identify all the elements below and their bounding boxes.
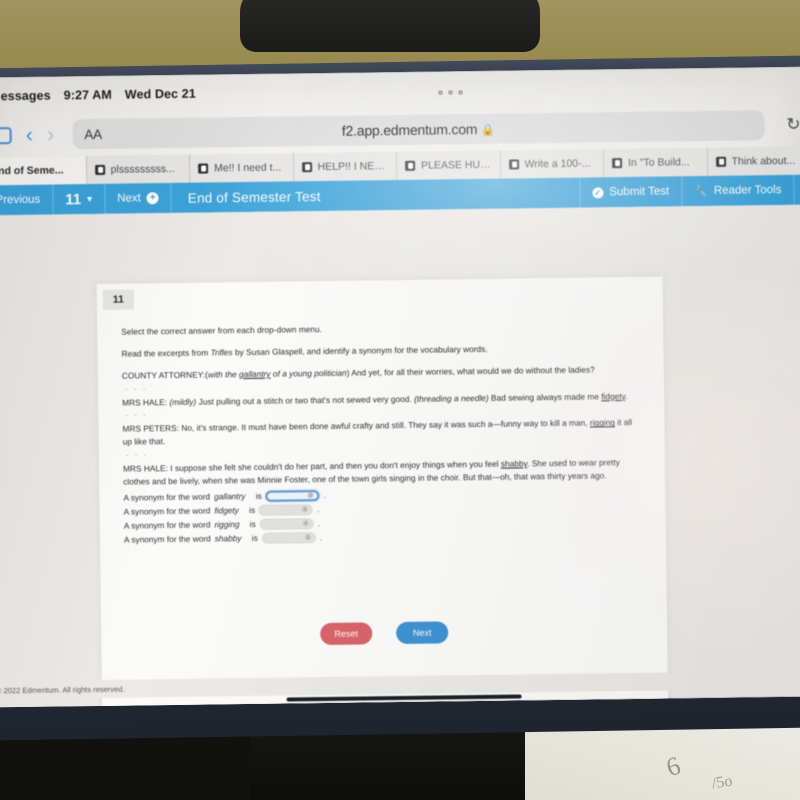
status-date: Wed Dec 21: [124, 86, 196, 102]
tab-label: End of Seme...: [0, 164, 64, 178]
forward-chevron-right-icon[interactable]: ›: [47, 122, 55, 147]
address-bar[interactable]: AA f2.app.edmentum.com 🔒: [72, 110, 765, 150]
vocab-word: shabby: [214, 533, 242, 544]
dropdown-trailing-period: .: [323, 490, 327, 501]
favicon-icon: [612, 158, 623, 169]
previous-button[interactable]: Previous: [0, 184, 54, 216]
page-number: 11: [65, 190, 82, 208]
status-time: 9:27 AM: [63, 87, 112, 103]
tab-label: In "To Build...: [628, 156, 690, 169]
tab-overview-icon[interactable]: [0, 126, 12, 144]
synonym-dropdown-fidgety[interactable]: ↕: [258, 504, 314, 516]
browser-tab-5[interactable]: Write a 100-...: [500, 149, 605, 179]
dropdown-suffix: is: [255, 491, 262, 502]
question-number-badge: 11: [102, 289, 135, 310]
dropdown-trailing-period: .: [319, 532, 323, 543]
device-screen: Messages 9:27 AM Wed Dec 21 ‹ › AA f2.ap…: [0, 66, 800, 708]
tab-label: plsssssssss...: [110, 162, 175, 176]
dropdown-suffix: is: [249, 519, 256, 530]
toolbar-right-group: ✓ Submit Test 🔧 Reader Tools: [579, 174, 800, 208]
circle-plus-icon: +: [146, 192, 159, 205]
wrench-icon: 🔧: [694, 185, 708, 198]
browser-tab-2[interactable]: Me!! I need t...: [189, 153, 294, 183]
tab-label: Think about...: [731, 154, 796, 168]
page-body: 11 Select the correct answer from each d…: [0, 204, 800, 708]
url-text: f2.app.edmentum.com 🔒: [341, 120, 495, 139]
chevron-updown-icon: ↕: [302, 520, 309, 527]
next-question-button[interactable]: Next: [396, 621, 449, 645]
dropdown-prefix: A synonym for the word: [123, 533, 211, 546]
favicon-icon: [94, 164, 105, 175]
action-button-row: Reset Next: [125, 619, 643, 648]
copyright-text: © 2022 Edmentum. All rights reserved.: [0, 684, 125, 695]
synonym-dropdown-gallantry[interactable]: ↕: [265, 489, 320, 502]
background-headrest: [240, 0, 540, 52]
reload-icon[interactable]: ↻: [786, 115, 800, 135]
next-label: Next: [117, 192, 141, 205]
browser-tab-6[interactable]: In "To Build...: [603, 147, 708, 178]
favicon-icon: [508, 159, 519, 170]
chevron-updown-icon: ↕: [304, 534, 311, 541]
chevron-updown-icon: ↕: [307, 492, 314, 499]
browser-tab-3[interactable]: HELP!! I NEE...: [293, 152, 398, 182]
excerpt-mrs-peters: MRS PETERS: No, it's strange. It must ha…: [122, 417, 633, 447]
reader-tools-label: Reader Tools: [713, 183, 782, 197]
vocab-word: fidgety: [214, 505, 239, 516]
photo-scene: 6 /5o Messages 9:27 AM Wed Dec 21 ‹ › AA…: [0, 0, 800, 800]
page-title: End of Semester Test: [187, 188, 321, 206]
multitasking-dots-icon[interactable]: [437, 89, 464, 96]
dropdown-prefix: A synonym for the word: [123, 519, 211, 532]
previous-label: Previous: [0, 193, 41, 207]
lock-icon: 🔒: [481, 124, 495, 137]
chevron-down-icon: ▾: [87, 193, 93, 205]
question-content: Select the correct answer from each drop…: [121, 319, 642, 646]
favicon-icon: [405, 160, 416, 171]
back-chevron-left-icon[interactable]: ‹: [25, 122, 33, 147]
browser-tab-7[interactable]: Think about...: [707, 146, 800, 176]
synonym-dropdown-rigging[interactable]: ↕: [259, 518, 314, 530]
dropdown-prefix: A synonym for the word: [123, 491, 211, 504]
question-card: 11 Select the correct answer from each d…: [96, 276, 669, 708]
tab-label: PLEASE HUR...: [421, 158, 492, 172]
reader-tools-button[interactable]: 🔧 Reader Tools: [681, 174, 794, 207]
submit-test-label: Submit Test: [609, 185, 670, 199]
dropdown-trailing-period: .: [316, 504, 320, 515]
favicon-icon: [301, 162, 312, 173]
tab-label: Write a 100-...: [524, 157, 591, 171]
favicon-icon: [198, 163, 209, 174]
dropdown-trailing-period: .: [317, 518, 321, 529]
check-circle-icon: ✓: [592, 186, 604, 198]
chevron-updown-icon: ↕: [302, 506, 309, 513]
vocab-word: rigging: [214, 519, 240, 530]
tab-label: Me!! I need t...: [214, 161, 282, 175]
toolbar-left-group: Previous 11 ▾ Next +: [0, 182, 172, 216]
dropdown-suffix: is: [249, 505, 256, 516]
dropdown-suffix: is: [251, 533, 258, 544]
browser-tab-1[interactable]: plsssssssss...: [86, 154, 191, 185]
browser-tab-0[interactable]: End of Seme...: [0, 156, 87, 186]
page-number-selector[interactable]: 11 ▾: [53, 183, 106, 215]
browser-tab-4[interactable]: PLEASE HUR...: [396, 150, 501, 181]
dropdown-prefix: A synonym for the word: [123, 505, 211, 518]
prompt-text: Read the excerpts from Trifles by Susan …: [121, 343, 488, 359]
paper-scribble-secondary: /5o: [710, 772, 734, 793]
submit-test-button[interactable]: ✓ Submit Test: [579, 176, 682, 208]
excerpt-mrs-hale-2: MRS HALE: I suppose she felt she couldn'…: [122, 457, 620, 487]
next-button[interactable]: Next +: [104, 182, 172, 214]
toolbar-overflow-button[interactable]: [793, 174, 800, 205]
tab-label: HELP!! I NEE...: [317, 160, 389, 174]
instruction-text: Select the correct answer from each drop…: [121, 324, 323, 337]
vocab-word: gallantry: [214, 491, 246, 502]
synonym-dropdown-shabby[interactable]: ↕: [261, 531, 316, 544]
favicon-icon: [715, 156, 726, 167]
reset-button[interactable]: Reset: [320, 622, 373, 646]
status-app-label: Messages: [0, 88, 51, 104]
